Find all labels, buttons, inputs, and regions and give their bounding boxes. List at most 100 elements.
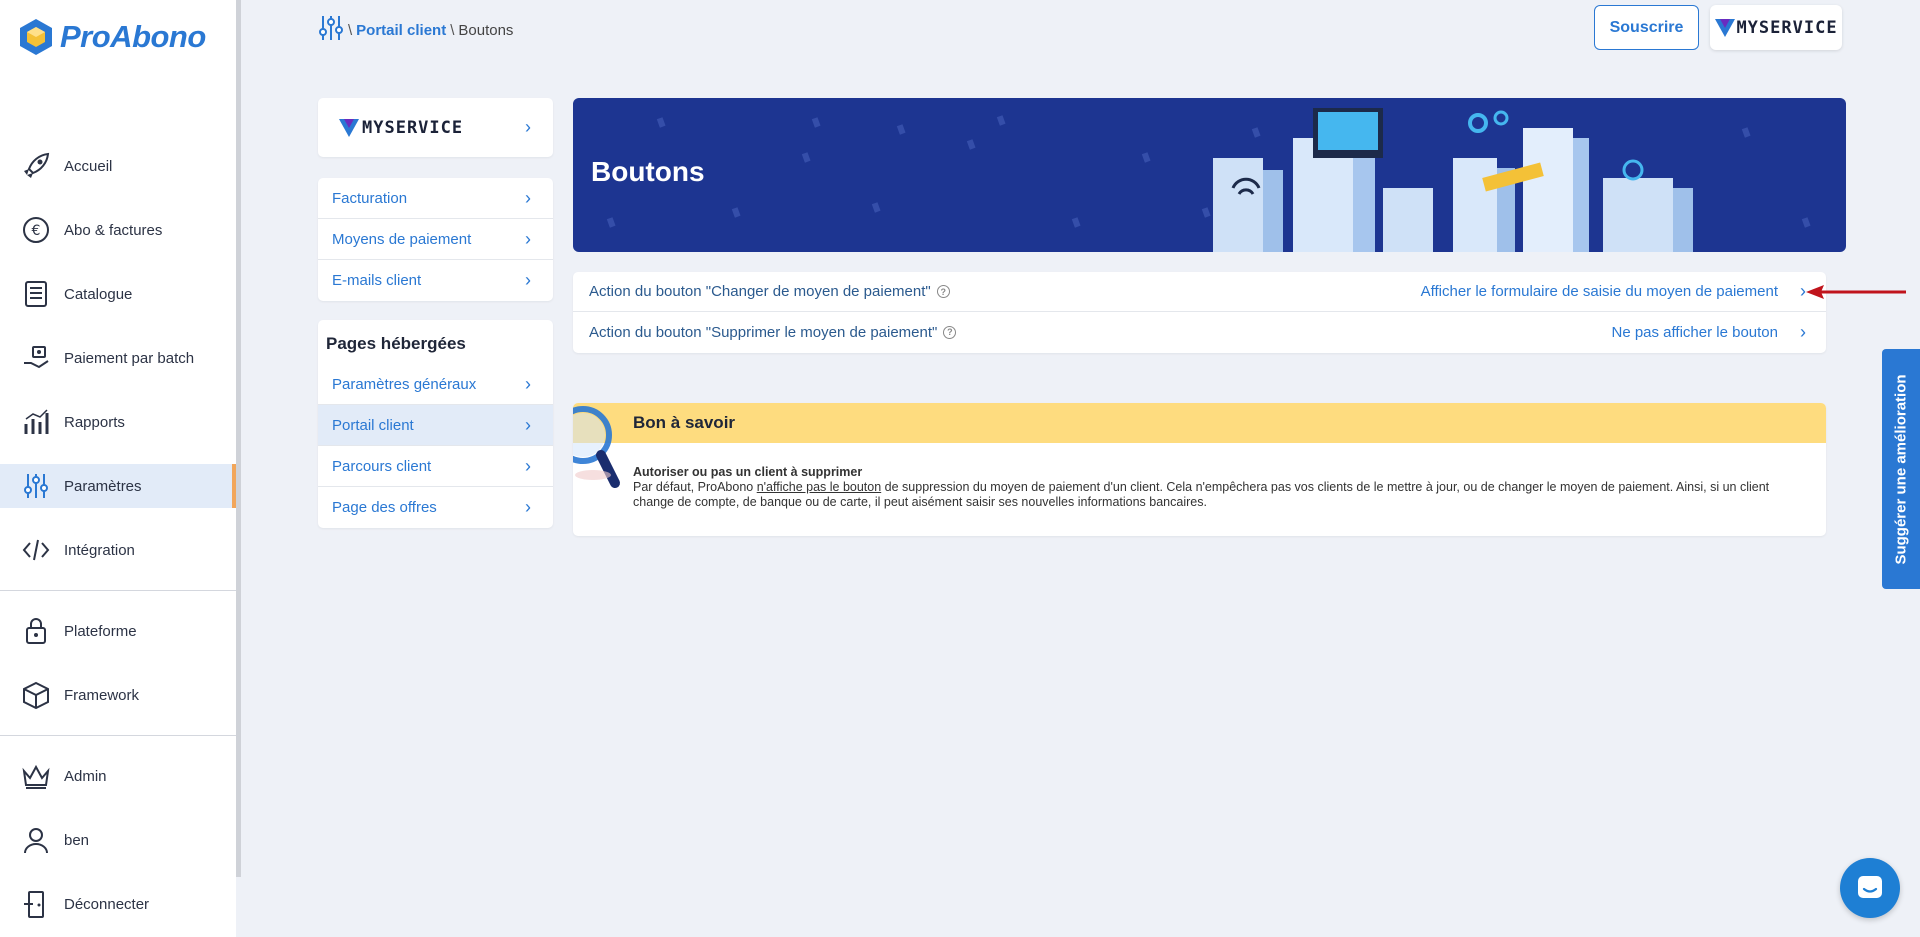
- menu-item-facturation[interactable]: Facturation ›: [318, 178, 553, 219]
- logo-text: ProAbono: [60, 19, 206, 54]
- service-name: MYSERVICE: [362, 117, 464, 138]
- menu-item-emails-client[interactable]: E-mails client ›: [318, 260, 553, 301]
- sidebar-item-deconnecter[interactable]: Déconnecter: [0, 882, 236, 926]
- sidebar-item-abo-factures[interactable]: € Abo & factures: [0, 208, 236, 252]
- menu-item-label: Parcours client: [332, 457, 432, 475]
- chat-icon: [1858, 876, 1882, 898]
- sidebar-item-label: Plateforme: [64, 622, 137, 640]
- catalog-icon: [20, 278, 52, 310]
- good-to-know-subtitle: Autoriser ou pas un client à supprimer: [633, 465, 863, 479]
- sidebar-item-label: Abo & factures: [64, 221, 163, 239]
- service-logo: MYSERVICE: [338, 118, 463, 138]
- setting-label: Action du bouton "Supprimer le moyen de …: [589, 323, 938, 341]
- good-to-know-panel: Bon à savoir Autoriser ou pas un client …: [573, 403, 1826, 536]
- chevron-right-icon: ›: [525, 373, 531, 394]
- chat-launcher-button[interactable]: [1840, 858, 1900, 918]
- door-icon: [20, 888, 52, 920]
- sidebar-item-rapports[interactable]: Rapports: [0, 400, 236, 444]
- logo-hex-icon: [20, 19, 52, 55]
- breadcrumb-link-portail-client[interactable]: Portail client: [356, 22, 446, 39]
- sidebar-item-ben[interactable]: ben: [0, 818, 236, 862]
- hand-money-icon: [20, 342, 52, 374]
- sidebar-item-accueil[interactable]: Accueil: [0, 144, 236, 188]
- setting-value: Ne pas afficher le bouton: [1611, 323, 1778, 341]
- chevron-right-icon: ›: [525, 228, 531, 249]
- code-icon: [20, 534, 52, 566]
- menu-item-parcours-client[interactable]: Parcours client ›: [318, 446, 553, 487]
- help-icon[interactable]: ?: [943, 325, 957, 339]
- setting-row-delete-payment[interactable]: Action du bouton "Supprimer le moyen de …: [573, 312, 1826, 352]
- hosted-pages-group: Pages hébergées Paramètres généraux › Por…: [318, 320, 553, 528]
- hosted-pages-title: Pages hébergées: [326, 334, 466, 353]
- suggest-improvement-tab[interactable]: Suggérer une amélioration: [1882, 349, 1920, 589]
- setting-row-change-payment[interactable]: Action du bouton "Changer de moyen de pa…: [573, 272, 1826, 312]
- emphasis-link: n'affiche pas le bouton: [756, 480, 882, 494]
- sidebar-item-label: Admin: [64, 767, 107, 785]
- rocket-icon: [20, 150, 52, 182]
- menu-item-label: Page des offres: [332, 499, 437, 516]
- sidebar-item-label: Intégration: [64, 541, 135, 559]
- text-fragment: Par défaut, ProAbono: [633, 480, 757, 494]
- help-icon[interactable]: ?: [936, 285, 950, 298]
- good-to-know-text: Par défaut, ProAbono n'affiche pas le bo…: [633, 480, 1810, 510]
- button-settings-table: Action du bouton "Changer de moyen de pa…: [573, 272, 1826, 353]
- sidebar-item-framework[interactable]: Framework: [0, 673, 236, 717]
- sidebar-item-admin[interactable]: Admin: [0, 754, 236, 798]
- myservice-logo-icon: [339, 118, 359, 137]
- chevron-right-icon: ›: [525, 187, 531, 208]
- suggest-label: Suggérer une amélioration: [1892, 373, 1910, 565]
- menu-item-label: E-mails client: [332, 272, 422, 289]
- service-switcher-button[interactable]: MYSERVICE: [1710, 5, 1842, 50]
- sidebar-item-parametres[interactable]: Paramètres: [0, 464, 236, 508]
- breadcrumb-separator: \: [450, 21, 455, 39]
- menu-item-label: Moyens de paiement: [332, 230, 472, 248]
- user-icon: [20, 824, 52, 856]
- proabono-logo[interactable]: ProAbono: [18, 18, 206, 56]
- chevron-right-icon: ›: [525, 455, 531, 476]
- sidebar-item-label: Déconnecter: [64, 895, 150, 913]
- good-to-know-title: Bon à savoir: [573, 403, 1826, 443]
- sidebar-item-paiement-batch[interactable]: Paiement par batch: [0, 336, 236, 380]
- svg-text:€: €: [32, 223, 41, 239]
- sidebar-item-catalogue[interactable]: Catalogue: [0, 272, 236, 316]
- lock-icon: [20, 615, 52, 647]
- menu-item-label: Portail client: [332, 416, 414, 434]
- sidebar-item-label: Accueil: [64, 157, 113, 175]
- box-icon: [20, 679, 52, 711]
- breadcrumb: \ Portail client \ Boutons: [318, 14, 513, 46]
- chevron-right-icon: ›: [525, 117, 531, 137]
- menu-item-moyens-paiement[interactable]: Moyens de paiement ›: [318, 219, 553, 260]
- sidebar-scrollbar[interactable]: [236, 0, 241, 877]
- menu-item-label: Paramètres généraux: [332, 375, 477, 393]
- nav-divider: [0, 590, 236, 591]
- myservice-logo-icon: [1715, 18, 1736, 37]
- sidebar-item-label: ben: [64, 831, 90, 849]
- crown-icon: [20, 760, 52, 792]
- sidebar-item-label: Catalogue: [64, 285, 133, 303]
- menu-item-portail-client[interactable]: Portail client ›: [318, 405, 553, 446]
- sidebar-item-label: Paiement par batch: [64, 349, 195, 367]
- sliders-icon: [20, 470, 52, 502]
- sidebar: ProAbono Accueil € Abo & factures Catalo…: [0, 0, 236, 937]
- setting-label: Action du bouton "Changer de moyen de pa…: [589, 283, 931, 300]
- chart-icon: [20, 406, 52, 438]
- menu-item-label: Facturation: [332, 189, 408, 207]
- setting-value: Afficher le formulaire de saisie du moye…: [1420, 283, 1778, 300]
- subscribe-button[interactable]: Souscrire: [1594, 5, 1699, 50]
- nav-divider: [0, 735, 236, 736]
- good-to-know-body: Autoriser ou pas un client à supprimer P…: [573, 443, 1826, 510]
- breadcrumb-current: Boutons: [458, 21, 514, 39]
- sidebar-item-label: Rapports: [64, 413, 125, 431]
- red-arrow-annotation: [1806, 285, 1906, 299]
- breadcrumb-separator: \: [348, 21, 353, 39]
- settings-menu-group: Facturation › Moyens de paiement › E-mails…: [318, 178, 553, 301]
- service-selector-card[interactable]: MYSERVICE ›: [318, 98, 553, 157]
- menu-item-parametres-generaux[interactable]: Paramètres généraux ›: [318, 364, 553, 405]
- banner-illustration: [606, 108, 1811, 252]
- chevron-right-icon: ›: [525, 270, 531, 290]
- chevron-right-icon: ›: [525, 497, 531, 517]
- menu-item-page-offres[interactable]: Page des offres ›: [318, 487, 553, 528]
- sidebar-item-label: Framework: [64, 686, 140, 704]
- sidebar-item-plateforme[interactable]: Plateforme: [0, 609, 236, 653]
- sidebar-item-integration[interactable]: Intégration: [0, 528, 236, 572]
